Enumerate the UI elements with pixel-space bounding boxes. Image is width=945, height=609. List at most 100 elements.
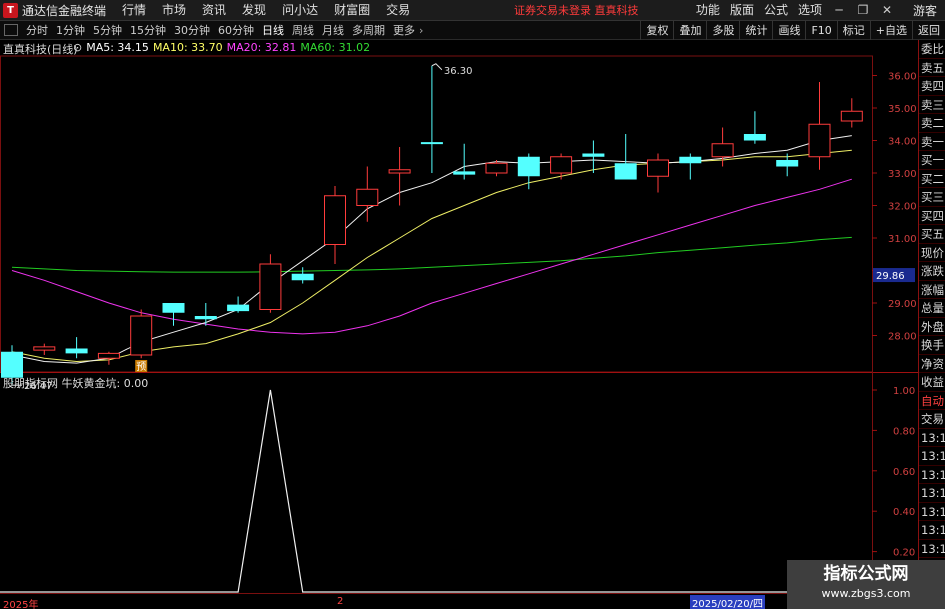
period-tabs: 分时 1分钟 5分钟 15分钟 30分钟 60分钟 日线 周线 月线 多周期 更多 bbox=[22, 21, 419, 40]
candle-body-up bbox=[388, 169, 411, 174]
menu-item-4[interactable]: 问小达 bbox=[274, 0, 326, 21]
side-panel-item: 涨幅 bbox=[919, 281, 945, 299]
app-logo-icon: T bbox=[3, 2, 18, 18]
tool-button-3[interactable]: 统计 bbox=[739, 21, 772, 40]
right-menu-item-3[interactable]: 选项 bbox=[793, 0, 827, 21]
ma-settings-icon[interactable]: ⊙ bbox=[73, 41, 82, 54]
side-panel-item: 买一 bbox=[919, 151, 945, 170]
menu-item-3[interactable]: 发现 bbox=[234, 0, 274, 21]
period-tab-6[interactable]: 日线 bbox=[258, 21, 288, 40]
period-tab-4[interactable]: 30分钟 bbox=[170, 21, 214, 40]
tool-button-4[interactable]: 画线 bbox=[772, 21, 805, 40]
candle-body-up bbox=[259, 263, 282, 310]
side-panel-item[interactable]: 13:11 bbox=[919, 540, 945, 558]
period-tab-5[interactable]: 60分钟 bbox=[214, 21, 258, 40]
high-pointer bbox=[431, 63, 443, 71]
menu-item-5[interactable]: 财富圈 bbox=[326, 0, 378, 21]
price-axis-label: 29.00 bbox=[888, 299, 917, 310]
trade-login-warning[interactable]: 证券交易未登录 直真科技 bbox=[514, 0, 639, 21]
price-axis-label: 31.00 bbox=[888, 234, 917, 245]
side-panel-item: 净资 bbox=[919, 355, 945, 373]
candle-body-up bbox=[485, 162, 508, 174]
candle-body-down bbox=[453, 171, 476, 175]
indicator-line bbox=[0, 389, 872, 593]
kline-chart[interactable]: 36.3026.47预 36.0035.0034.0033.0032.0031.… bbox=[0, 40, 945, 609]
candle-body-down bbox=[291, 273, 314, 281]
side-panel-item: 买四 bbox=[919, 207, 945, 225]
menu-item-2[interactable]: 资讯 bbox=[194, 0, 234, 21]
side-panel-item: 买二 bbox=[919, 170, 945, 188]
tool-button-0[interactable]: 复权 bbox=[640, 21, 673, 40]
panel-toggle-icon[interactable] bbox=[4, 24, 18, 36]
current-price-label: 29.86 bbox=[876, 271, 905, 282]
chart-tools: 复权 叠加 多股 统计 画线 F10 标记 +自选 返回 bbox=[640, 21, 945, 40]
period-tab-3[interactable]: 15分钟 bbox=[126, 21, 170, 40]
menu-item-1[interactable]: 市场 bbox=[154, 0, 194, 21]
tool-button-6[interactable]: 标记 bbox=[836, 21, 870, 40]
tool-button-2[interactable]: 多股 bbox=[706, 21, 739, 40]
period-tab-0[interactable]: 分时 bbox=[22, 21, 52, 40]
restore-icon[interactable]: ❐ bbox=[851, 0, 875, 21]
high-price-label: 36.30 bbox=[444, 66, 473, 77]
ma-legend: ⊙ MA5: 34.15 MA10: 33.70 MA20: 32.81 MA60: 3… bbox=[73, 41, 370, 54]
period-toolbar: 分时 1分钟 5分钟 15分钟 30分钟 60分钟 日线 周线 月线 多周期 更多 › 复权 叠加 多股… bbox=[0, 21, 945, 40]
tool-button-7[interactable]: +自选 bbox=[869, 21, 912, 40]
minimize-icon[interactable]: ─ bbox=[827, 0, 851, 21]
side-panel-item: 现价 bbox=[919, 244, 945, 262]
top-menu-bar: T 通达信金融终端 行情 市场 资讯 发现 问小达 财富圈 交易 证券交易未登录 直真科技 … bbox=[0, 0, 945, 21]
right-menu-item-0[interactable]: 功能 bbox=[691, 0, 725, 21]
side-panel-item: 卖二 bbox=[919, 114, 945, 133]
side-panel-item[interactable]: 13:11 bbox=[919, 447, 945, 466]
period-tab-7[interactable]: 周线 bbox=[288, 21, 318, 40]
ma-legend-item: MA10: 33.70 bbox=[152, 41, 223, 54]
right-menu-item-1[interactable]: 版面 bbox=[725, 0, 759, 21]
candle-body-up bbox=[324, 195, 346, 245]
side-panel-item: 涨跌 bbox=[919, 262, 945, 281]
ma-legend-item: MA20: 32.81 bbox=[226, 41, 297, 54]
candle-body-down bbox=[582, 153, 605, 157]
price-axis-label: 33.00 bbox=[888, 169, 917, 180]
close-icon[interactable]: ✕ bbox=[875, 0, 899, 21]
tool-button-5[interactable]: F10 bbox=[805, 21, 836, 40]
period-tab-2[interactable]: 5分钟 bbox=[89, 21, 126, 40]
side-panel-item: 外盘 bbox=[919, 318, 945, 336]
candle-body-down bbox=[420, 142, 443, 145]
side-panel-item[interactable]: 13:11 bbox=[919, 429, 945, 447]
candle-body-down bbox=[743, 134, 766, 141]
indicator-axis-label: 0.20 bbox=[893, 548, 915, 559]
side-panel-item[interactable]: 13:11 bbox=[919, 521, 945, 540]
side-panel-item: 委比 bbox=[919, 40, 945, 59]
side-panel-item[interactable]: 13:11 bbox=[919, 466, 945, 484]
guest-user[interactable]: 游客 bbox=[899, 2, 945, 19]
side-panel-item[interactable]: 13:11 bbox=[919, 503, 945, 521]
indicator-axis-label: 0.40 bbox=[893, 507, 915, 518]
period-tab-8[interactable]: 月线 bbox=[318, 21, 348, 40]
candle-body-up bbox=[97, 352, 120, 359]
more-chevron-icon[interactable]: › bbox=[419, 24, 423, 37]
period-tab-1[interactable]: 1分钟 bbox=[52, 21, 89, 40]
side-panel-item: 卖一 bbox=[919, 133, 945, 151]
candle-body-up bbox=[808, 123, 831, 158]
right-menu-item-2[interactable]: 公式 bbox=[759, 0, 793, 21]
tool-button-1[interactable]: 叠加 bbox=[673, 21, 706, 40]
candle-body-up bbox=[130, 315, 153, 356]
main-menu: 行情 市场 资讯 发现 问小达 财富圈 交易 bbox=[114, 0, 418, 21]
candle-body-down bbox=[194, 316, 217, 320]
menu-item-6[interactable]: 交易 bbox=[378, 0, 418, 21]
side-panel-item[interactable]: 自动 bbox=[919, 392, 945, 410]
side-panel-item: 换手 bbox=[919, 336, 945, 355]
price-axis-label: 34.00 bbox=[888, 137, 917, 148]
date-label-mid: 2 bbox=[337, 596, 344, 607]
candle-body-up bbox=[356, 188, 379, 206]
period-tab-10[interactable]: 更多 bbox=[389, 21, 419, 40]
side-panel-item[interactable]: 交易 bbox=[919, 410, 945, 429]
candle-body-down bbox=[162, 303, 185, 313]
period-tab-9[interactable]: 多周期 bbox=[348, 21, 389, 40]
price-axis-label: 35.00 bbox=[888, 104, 917, 115]
candle-body-down bbox=[227, 304, 250, 312]
tool-button-8[interactable]: 返回 bbox=[912, 21, 945, 40]
candle-body-down bbox=[1, 351, 23, 378]
side-panel-item: 收益 bbox=[919, 373, 945, 392]
menu-item-0[interactable]: 行情 bbox=[114, 0, 154, 21]
side-panel-item[interactable]: 13:11 bbox=[919, 484, 945, 503]
